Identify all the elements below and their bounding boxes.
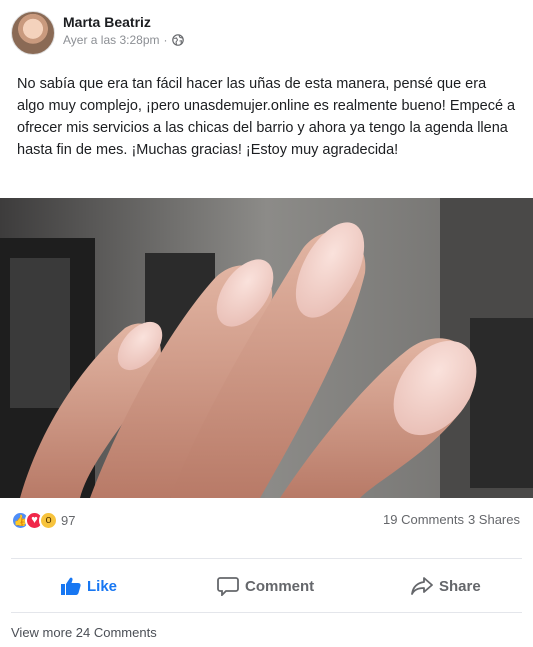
share-button[interactable]: Share — [411, 560, 481, 612]
reactions-summary[interactable]: 👍 ♥ o 97 — [11, 510, 75, 530]
wow-icon: o — [39, 510, 58, 530]
thumbs-up-icon — [61, 577, 81, 595]
author-name[interactable]: Marta Beatriz — [63, 14, 151, 30]
meta-separator: · — [163, 33, 168, 47]
view-more-comments-link[interactable]: View more 24 Comments — [11, 625, 157, 640]
action-bar: Like Comment Share — [0, 560, 533, 612]
post-meta: Ayer a las 3:28pm · — [63, 33, 184, 47]
manicure-photo — [0, 198, 533, 498]
share-label: Share — [439, 577, 481, 595]
like-button[interactable]: Like — [61, 560, 117, 612]
shares-count[interactable]: 3 Shares — [468, 512, 520, 527]
engagement-counts: 19 Comments 3 Shares — [383, 512, 520, 527]
comment-button[interactable]: Comment — [217, 560, 314, 612]
post-text: No sabía que era tan fácil hacer las uña… — [17, 76, 516, 158]
divider — [11, 612, 522, 613]
share-icon — [411, 577, 433, 595]
post-photo[interactable] — [0, 198, 533, 498]
comment-label: Comment — [245, 577, 315, 595]
comments-count[interactable]: 19 Comments — [383, 512, 464, 527]
avatar[interactable] — [11, 11, 55, 55]
post-timestamp[interactable]: Ayer a las 3:28pm — [63, 33, 160, 47]
comment-icon — [217, 577, 239, 596]
post-header: Marta Beatriz Ayer a las 3:28pm · — [0, 0, 533, 60]
reaction-count: 97 — [61, 512, 76, 528]
divider — [11, 558, 522, 559]
like-label: Like — [87, 577, 118, 595]
globe-icon — [171, 34, 184, 46]
